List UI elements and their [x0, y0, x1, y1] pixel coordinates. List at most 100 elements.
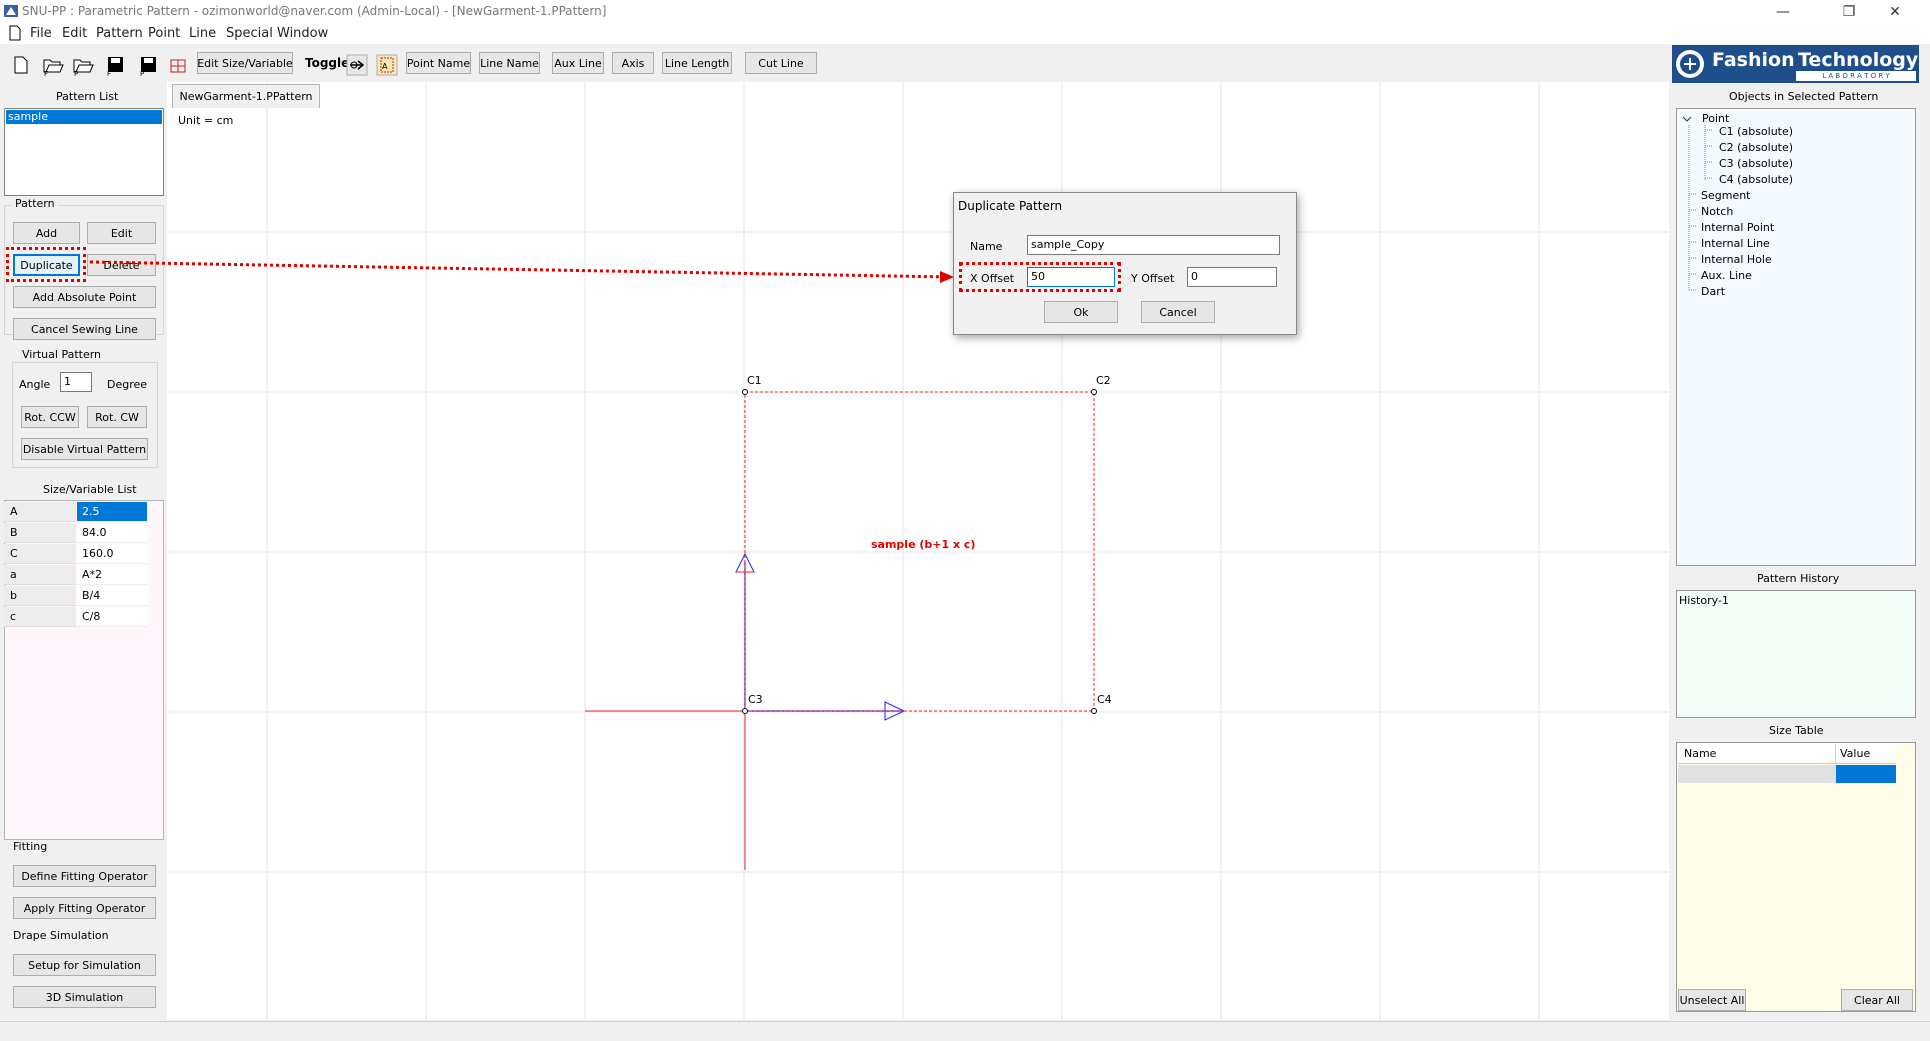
tree-point-item[interactable]: C4 (absolute) [1719, 173, 1793, 186]
menu-special[interactable]: Special [226, 26, 273, 41]
rotate-cw-button[interactable]: Rot. CW [87, 406, 147, 428]
tree-category-item[interactable]: Internal Hole [1701, 253, 1772, 266]
toggle-arrow-icon[interactable] [346, 54, 368, 76]
university-emblem-icon [1676, 50, 1704, 78]
save-icon[interactable]: F [105, 54, 127, 76]
point-c2-marker [1091, 389, 1097, 395]
size-variable-row[interactable]: b B/4 [4, 586, 147, 607]
size-table[interactable]: Name Value [1676, 742, 1916, 1012]
objects-tree[interactable]: Point C1 (absolute) C2 (absolute) C3 (abso… [1676, 108, 1916, 566]
new-file-icon[interactable] [10, 54, 32, 76]
define-fitting-operator-button[interactable]: Define Fitting Operator [13, 865, 156, 887]
size-variable-row[interactable]: c C/8 [4, 607, 147, 628]
add-pattern-button[interactable]: Add [13, 222, 80, 244]
clear-all-button[interactable]: Clear All [1841, 989, 1913, 1011]
pattern-list[interactable]: sample [4, 108, 164, 196]
size-variable-value[interactable]: A*2 [77, 565, 147, 585]
edit-size-variable-button[interactable]: Edit Size/Variable [197, 52, 293, 74]
svg-text:P: P [140, 70, 144, 76]
line-length-button[interactable]: Line Length [662, 52, 732, 74]
ok-button[interactable]: Ok [1044, 301, 1118, 323]
x-offset-label: X Offset [970, 272, 1015, 285]
svg-text:P: P [74, 70, 78, 76]
apply-fitting-operator-button[interactable]: Apply Fitting Operator [13, 897, 156, 919]
add-absolute-point-button[interactable]: Add Absolute Point [13, 286, 156, 308]
save-pattern-icon[interactable]: P [138, 54, 160, 76]
menu-point[interactable]: Point [148, 26, 180, 41]
history-item[interactable]: History-1 [1679, 594, 1729, 607]
open-pattern-icon[interactable]: P [72, 54, 94, 76]
size-variable-name[interactable]: A [4, 502, 76, 522]
restore-button[interactable]: ❐ [1826, 0, 1872, 24]
line-name-button[interactable]: Line Name [479, 52, 540, 74]
edit-pattern-button[interactable]: Edit [87, 222, 156, 244]
menu-line[interactable]: Line [189, 26, 216, 41]
fitting-label: Fitting [13, 840, 48, 853]
tree-category-item[interactable]: Notch [1701, 205, 1733, 218]
pattern-group-label: Pattern [12, 197, 58, 210]
cancel-sewing-line-button[interactable]: Cancel Sewing Line [13, 318, 156, 340]
tree-category-item[interactable]: Aux. Line [1701, 269, 1752, 282]
tab-newgarment[interactable]: NewGarment-1.PPattern [172, 84, 320, 108]
size-variable-row[interactable]: A 2.5 [4, 502, 147, 523]
size-table-row-value[interactable] [1836, 765, 1896, 783]
tree-category-item[interactable]: Internal Line [1701, 237, 1770, 250]
menu-file[interactable]: File [30, 26, 52, 41]
rotate-ccw-button[interactable]: Rot. CCW [21, 406, 79, 428]
size-variable-name[interactable]: c [4, 607, 76, 627]
size-variable-value[interactable]: 160.0 [77, 544, 147, 564]
size-variable-name[interactable]: C [4, 544, 76, 564]
y-offset-input[interactable]: 0 [1187, 267, 1277, 287]
x-offset-input[interactable]: 50 [1027, 267, 1115, 287]
angle-input[interactable]: 1 [60, 372, 92, 392]
canvas-drawing[interactable] [167, 82, 1669, 1020]
cancel-button[interactable]: Cancel [1141, 301, 1215, 323]
size-variable-value[interactable]: C/8 [77, 607, 147, 627]
setup-simulation-button[interactable]: Setup for Simulation [13, 954, 156, 976]
cut-line-button[interactable]: Cut Line [745, 52, 817, 74]
menu-pattern[interactable]: Pattern [96, 26, 143, 41]
size-variable-row[interactable]: a A*2 [4, 565, 147, 586]
pattern-canvas[interactable]: C1 C2 C3 C4 sample (b+1 x c) [167, 82, 1669, 1020]
title-bar: SNU-PP : Parametric Pattern - ozimonworl… [0, 0, 1930, 24]
tree-category-item[interactable]: Internal Point [1701, 221, 1774, 234]
aux-line-button[interactable]: Aux Line [552, 52, 604, 74]
size-variable-value[interactable]: B/4 [77, 586, 147, 606]
size-table-row-name[interactable] [1678, 765, 1836, 783]
unselect-all-button[interactable]: Unselect All [1678, 989, 1746, 1011]
size-variable-value[interactable]: 2.5 [77, 502, 147, 522]
tree-point-item[interactable]: C2 (absolute) [1719, 141, 1793, 154]
drape-simulation-label: Drape Simulation [13, 929, 109, 942]
tree-point-item[interactable]: C1 (absolute) [1719, 125, 1793, 138]
dialog-title: Duplicate Pattern [958, 199, 1063, 213]
3d-simulation-button[interactable]: 3D Simulation [13, 986, 156, 1008]
size-table-col-value[interactable]: Value [1836, 744, 1896, 764]
toggle-notch-icon[interactable]: A [376, 54, 398, 76]
minimize-button[interactable]: — [1760, 0, 1806, 24]
tree-point-root[interactable]: Point [1702, 112, 1729, 125]
point-name-button[interactable]: Point Name [406, 52, 471, 74]
logo-word-fashion: Fashion [1712, 49, 1795, 71]
size-variable-name[interactable]: a [4, 565, 76, 585]
angle-label: Angle [19, 378, 51, 391]
size-table-col-name[interactable]: Name [1678, 744, 1836, 764]
grid-icon[interactable] [167, 54, 189, 76]
size-variable-row[interactable]: C 160.0 [4, 544, 147, 565]
menu-window[interactable]: Window [277, 26, 328, 41]
menu-edit[interactable]: Edit [62, 26, 87, 41]
disable-virtual-pattern-button[interactable]: Disable Virtual Pattern [21, 438, 148, 460]
tree-point-item[interactable]: C3 (absolute) [1719, 157, 1793, 170]
pattern-history-list[interactable]: History-1 [1676, 590, 1916, 718]
size-variable-value[interactable]: 84.0 [77, 523, 147, 543]
size-variable-row[interactable]: B 84.0 [4, 523, 147, 544]
tree-category-item[interactable]: Dart [1701, 285, 1725, 298]
open-folder-icon[interactable]: F [42, 54, 64, 76]
tree-category-item[interactable]: Segment [1701, 189, 1751, 202]
y-offset-label: Y Offset [1131, 272, 1175, 285]
pattern-list-item[interactable]: sample [6, 110, 162, 124]
size-variable-name[interactable]: b [4, 586, 76, 606]
name-input[interactable]: sample_Copy [1027, 235, 1280, 255]
axis-button[interactable]: Axis [612, 52, 654, 74]
close-window-button[interactable]: ✕ [1872, 0, 1918, 24]
size-variable-name[interactable]: B [4, 523, 76, 543]
